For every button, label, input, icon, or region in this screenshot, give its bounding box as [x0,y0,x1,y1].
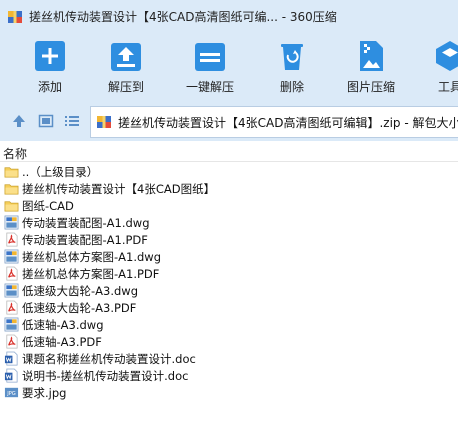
add-file-icon [35,41,65,71]
dwg-file-icon [4,215,19,230]
thumbnail-view-icon[interactable] [38,113,54,129]
list-item-name: 低速轴-A3.dwg [22,317,104,332]
dwg-file-icon [4,317,19,332]
extract-to-icon [111,43,141,71]
doc-file-icon [4,351,18,366]
list-item[interactable]: 图纸-CAD [0,197,458,214]
list-item[interactable]: 传动装置装配图-A1.dwg [0,214,458,231]
list-item-name: 要求.jpg [22,385,67,400]
add-button[interactable]: 添加 [32,39,68,97]
jpg-file-icon: JPG [4,387,19,398]
list-item-name: 传动装置装配图-A1.PDF [22,232,148,247]
list-item-name: 搓丝机传动装置设计【4张CAD图纸】 [22,181,216,196]
one-click-extract-icon [195,43,225,71]
list-item[interactable]: 低速级大齿轮-A3.PDF [0,299,458,316]
list-item-name: 低速轴-A3.PDF [22,334,102,349]
toolbar: 添加 解压到 一键解压 删除 图片压缩 工具 [0,33,458,101]
pdf-file-icon [6,266,18,281]
one-click-extract-button[interactable]: 一键解压 [186,39,234,97]
list-item-name: ..（上级目录） [22,164,99,179]
one-click-extract-button-label: 一键解压 [186,80,235,94]
extract-to-button-label: 解压到 [108,80,145,94]
up-arrow-icon[interactable] [11,113,27,129]
list-item[interactable]: ..（上级目录） [0,163,458,180]
address-bar[interactable]: 搓丝机传动装置设计【4张CAD高清图纸可编辑】.zip - 解包大小为 [90,106,458,138]
svg-text:JPG: JPG [6,391,16,397]
list-view-icon[interactable] [64,113,80,129]
list-item[interactable]: 低速级大齿轮-A3.dwg [0,282,458,299]
delete-icon [281,44,303,70]
list-item-name: 说明书-搓丝机传动装置设计.doc [22,368,189,383]
navigation-bar: 搓丝机传动装置设计【4张CAD高清图纸可编辑】.zip - 解包大小为 [0,101,458,141]
folder-icon [4,184,19,195]
list-item-name: 低速级大齿轮-A3.PDF [22,300,137,315]
list-item[interactable]: 搓丝机传动装置设计【4张CAD图纸】 [0,180,458,197]
doc-file-icon [4,368,18,383]
dwg-file-icon [4,283,19,298]
tools-icon [436,41,458,71]
column-name-header[interactable]: 名称 [3,145,27,162]
file-list: ..（上级目录） 搓丝机传动装置设计【4张CAD图纸】 图纸-CAD 传动装置装配图-… [0,163,458,401]
list-item[interactable]: 课题名称搓丝机传动装置设计.doc [0,350,458,367]
archive-app-icon [8,10,22,23]
list-item[interactable]: 说明书-搓丝机传动装置设计.doc [0,367,458,384]
column-header: 名称 [0,141,458,162]
list-item-name: 低速级大齿轮-A3.dwg [22,283,138,298]
window-title: 搓丝机传动装置设计【4张CAD高清图纸可编... - 360压缩 [29,10,337,24]
image-compress-button[interactable]: 图片压缩 [347,39,395,97]
tools-button-label: 工具 [437,80,458,94]
list-item[interactable]: 搓丝机总体方案图-A1.PDF [0,265,458,282]
list-item[interactable]: 低速轴-A3.PDF [0,333,458,350]
list-item[interactable]: 低速轴-A3.dwg [0,316,458,333]
list-item-name: 传动装置装配图-A1.dwg [22,215,150,230]
list-item[interactable]: 搓丝机总体方案图-A1.dwg [0,248,458,265]
title-bar: 搓丝机传动装置设计【4张CAD高清图纸可编... - 360压缩 [0,0,458,33]
folder-icon [4,167,19,178]
add-button-label: 添加 [37,80,62,94]
list-item[interactable]: 传动装置装配图-A1.PDF [0,231,458,248]
list-item[interactable]: JPG 要求.jpg [0,384,458,401]
address-path: 搓丝机传动装置设计【4张CAD高清图纸可编辑】.zip - 解包大小为 [118,115,458,130]
dwg-file-icon [4,249,19,264]
extract-to-button[interactable]: 解压到 [108,39,144,97]
pdf-file-icon [6,232,18,247]
list-item-name: 课题名称搓丝机传动装置设计.doc [22,351,196,366]
list-item-name: 图纸-CAD [22,198,74,213]
folder-icon [4,201,19,212]
tools-button[interactable]: 工具 [432,39,458,97]
pdf-file-icon [6,300,18,315]
delete-button[interactable]: 删除 [274,39,310,97]
list-item-name: 搓丝机总体方案图-A1.PDF [22,266,160,281]
zip-archive-icon [97,116,111,128]
image-compress-icon [360,41,383,71]
delete-button-label: 删除 [279,80,304,94]
list-item-name: 搓丝机总体方案图-A1.dwg [22,249,161,264]
pdf-file-icon [6,334,18,349]
image-compress-button-label: 图片压缩 [347,80,396,94]
